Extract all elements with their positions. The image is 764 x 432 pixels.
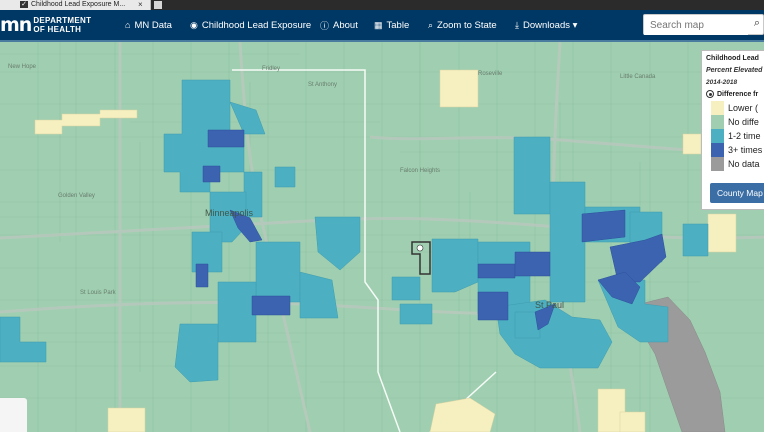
place-label: Roseville [478, 71, 503, 77]
legend-subtitle: Percent Elevated [706, 67, 763, 74]
nav-downloads[interactable]: ⤓ Downloads ▾ [515, 10, 577, 40]
map-control-box[interactable] [0, 398, 27, 432]
legend-item-1-2-times: 1-2 time [711, 129, 761, 143]
legend-years: 2014-2018 [706, 79, 738, 86]
tab-title: Childhood Lead Exposure M... [31, 1, 126, 8]
logo-line-1: DEPARTMENT [33, 16, 92, 25]
target-icon: ◉ [190, 19, 198, 30]
nav-label: Table [386, 19, 410, 31]
legend-label: 3+ times [728, 145, 763, 155]
legend-item-no-data: No data [711, 157, 760, 171]
nav-childhood-lead-exposure[interactable]: ◉ Childhood Lead Exposure [190, 10, 311, 40]
legend-item-3-plus-times: 3+ times [711, 143, 762, 157]
choropleth-map[interactable]: New Hope Fridley St Anthony Roseville Li… [0, 42, 764, 432]
nav-label: About [333, 19, 358, 31]
legend-label: No diffe [728, 117, 759, 127]
new-tab-button[interactable] [154, 1, 162, 9]
place-label: Little Canada [620, 74, 656, 80]
legend-title: Childhood Lead [706, 55, 759, 62]
radio-selected-icon [706, 90, 714, 98]
home-icon: ⌂ [125, 20, 131, 30]
info-icon: ⓘ [320, 20, 330, 31]
nav-table[interactable]: ▦ Table [374, 10, 409, 40]
search-box: ⌕ [643, 14, 764, 35]
legend-mode-label: Difference fr [717, 90, 759, 98]
search-icon: ⌕ [428, 19, 434, 30]
place-label: Minneapolis [205, 208, 254, 218]
legend-swatch [711, 143, 724, 157]
legend-item-lower: Lower ( [711, 101, 758, 115]
nav-zoom-to-state[interactable]: ⌕ Zoom to State [428, 10, 497, 40]
place-label: New Hope [8, 64, 37, 70]
nav-about[interactable]: ⓘ About [320, 10, 358, 40]
search-input[interactable] [644, 16, 748, 35]
logo-text: DEPARTMENT OF HEALTH [33, 16, 91, 34]
cursor-pointer-icon [416, 244, 424, 252]
legend-label: No data [728, 159, 760, 169]
nav-label: Childhood Lead Exposure [201, 19, 312, 31]
place-label: Fridley [262, 66, 280, 72]
place-label: Falcon Heights [400, 168, 440, 174]
logo-mark: mn [0, 14, 32, 36]
nav-label: MN Data [134, 19, 172, 31]
search-icon[interactable]: ⌕ [754, 17, 760, 30]
top-navbar: mn DEPARTMENT OF HEALTH ⌂ MN Data ◉ Chil… [0, 10, 764, 42]
legend-swatch [711, 129, 724, 143]
place-label: St Louis Park [80, 290, 117, 296]
download-icon: ⤓ [515, 19, 519, 30]
browser-tab[interactable]: ✓ Childhood Lead Exposure M... × [0, 0, 151, 10]
legend-swatch [711, 101, 724, 115]
county-map-button[interactable]: County Map [710, 183, 764, 203]
nav-label: Downloads ▾ [522, 19, 578, 31]
mdh-logo[interactable]: mn DEPARTMENT OF HEALTH [0, 14, 91, 36]
tab-favicon-icon: ✓ [20, 1, 28, 8]
table-icon: ▦ [374, 19, 383, 30]
browser-tab-strip: ✓ Childhood Lead Exposure M... × [0, 0, 764, 10]
tab-close-icon[interactable]: × [138, 0, 143, 10]
legend-panel: Childhood Lead Percent Elevated 2014-201… [701, 50, 764, 210]
legend-swatch [711, 115, 724, 129]
place-label: St Anthony [308, 82, 337, 88]
nav-label: Zoom to State [437, 19, 497, 31]
legend-item-no-difference: No diffe [711, 115, 759, 129]
place-label: St Paul [535, 300, 564, 310]
legend-label: Lower ( [728, 103, 759, 113]
legend-mode-radio[interactable]: Difference fr [706, 90, 758, 98]
legend-swatch [711, 157, 724, 171]
legend-label: 1-2 time [728, 131, 761, 141]
nav-mn-data[interactable]: ⌂ MN Data [125, 10, 172, 40]
place-label: Golden Valley [58, 193, 95, 199]
logo-line-2: OF HEALTH [33, 25, 82, 34]
